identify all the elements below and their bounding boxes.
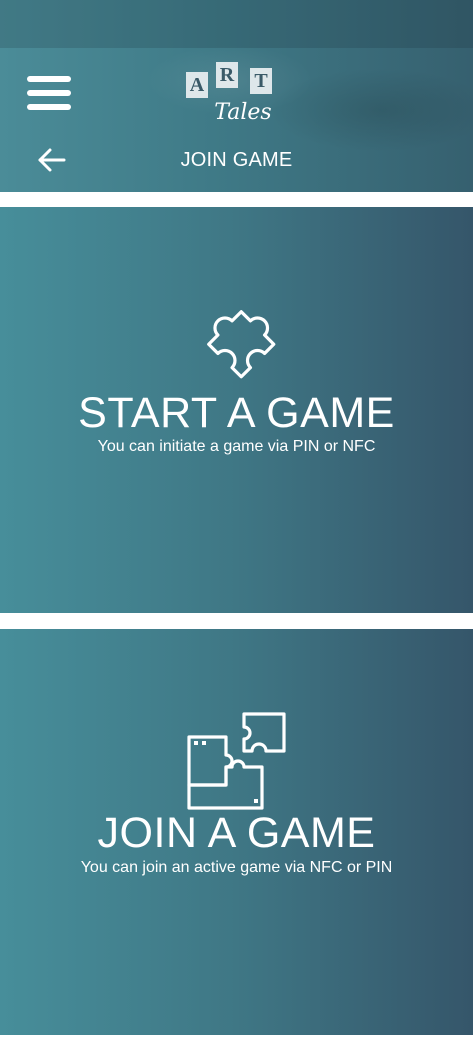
join-game-title: JOIN A GAME	[97, 809, 376, 857]
logo-tile-r: R	[216, 62, 238, 88]
hamburger-menu-icon[interactable]	[27, 76, 71, 112]
join-game-subtitle: You can join an active game via NFC or P…	[80, 859, 393, 876]
page-title: JOIN GAME	[180, 149, 293, 171]
logo-tile-a: A	[186, 72, 208, 98]
logo-tile-t: T	[250, 68, 272, 94]
app-header: A R T Tales JOIN GAME	[0, 0, 473, 192]
art-tales-logo: A R T Tales	[186, 62, 288, 134]
status-bar-area	[0, 0, 473, 48]
start-game-title: START A GAME	[78, 389, 395, 437]
puzzle-pieces-icon	[187, 712, 286, 810]
join-game-card[interactable]: JOIN A GAME You can join an active game …	[0, 629, 473, 1035]
start-game-card[interactable]: START A GAME You can initiate a game via…	[0, 207, 473, 613]
start-game-subtitle: You can initiate a game via PIN or NFC	[97, 438, 376, 455]
logo-subtitle: Tales	[214, 100, 272, 125]
puzzle-piece-icon	[207, 310, 276, 379]
